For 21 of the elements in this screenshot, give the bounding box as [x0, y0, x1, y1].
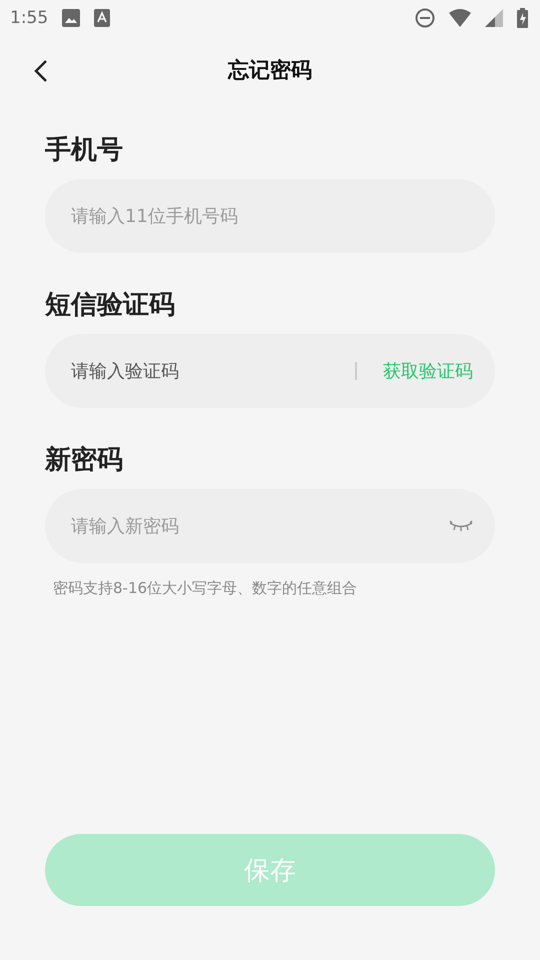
text-input[interactable]: 请输入验证码 [69, 360, 355, 382]
input-field[interactable]: 请输入验证码 获取验证码 [45, 334, 495, 408]
signal-icon [485, 9, 503, 27]
do-not-disturb-icon [415, 8, 435, 28]
wifi-icon [449, 9, 471, 27]
input-field[interactable]: 请输入11位手机号码 [45, 179, 495, 253]
input-field[interactable]: 请输入新密码 [45, 489, 495, 563]
text-input[interactable]: 请输入新密码 [69, 514, 449, 538]
font-icon [94, 9, 110, 27]
field-label: 短信验证码 [45, 289, 176, 322]
page-title: 忘记密码 [228, 57, 312, 84]
get-code-button[interactable]: 获取验证码 [383, 359, 473, 383]
battery-icon [517, 8, 528, 28]
password-hint: 密码支持8-16位大小写字母、数字的任意组合 [53, 579, 358, 598]
back-icon[interactable] [34, 59, 48, 83]
text-input[interactable]: 请输入11位手机号码 [69, 204, 473, 228]
field-label: 手机号 [45, 134, 124, 167]
image-icon [62, 9, 80, 27]
status-time: 1:55 [10, 8, 48, 28]
field-label: 新密码 [45, 444, 124, 477]
eye-closed-icon[interactable] [449, 520, 473, 532]
